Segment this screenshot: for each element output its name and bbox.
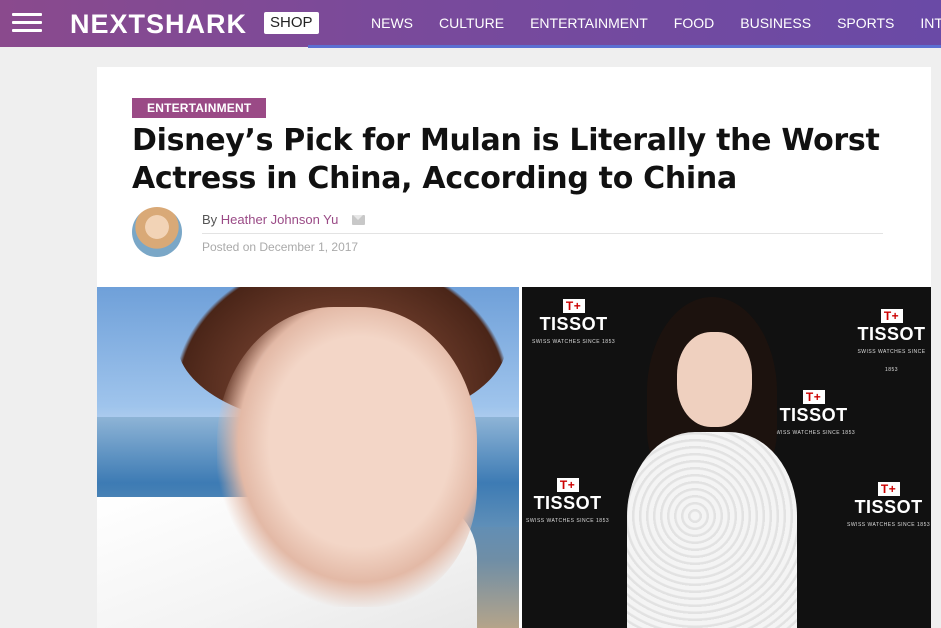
main-nav: NEWS CULTURE ENTERTAINMENT FOOD BUSINESS… <box>371 0 941 45</box>
nav-item-news[interactable]: NEWS <box>371 15 413 31</box>
author-link[interactable]: Heather Johnson Yu <box>221 212 339 227</box>
nav-item-entertainment[interactable]: ENTERTAINMENT <box>530 15 648 31</box>
category-badge[interactable]: ENTERTAINMENT <box>132 98 267 118</box>
byline: By Heather Johnson Yu <box>202 212 365 227</box>
brand-logo: T+ TISSOT SWISS WATCHES SINCE 1853 <box>847 482 931 528</box>
brand-logo: T+ TISSOT SWISS WATCHES SINCE 1853 <box>857 309 926 373</box>
nav-item-business[interactable]: BUSINESS <box>740 15 811 31</box>
top-nav-bar: NEXTSHARK SHOP NEWS CULTURE ENTERTAINMEN… <box>0 0 941 48</box>
by-prefix: By <box>202 212 218 227</box>
brand-logo: T+ TISSOT SWISS WATCHES SINCE 1853 <box>526 478 610 524</box>
byline-divider <box>202 233 883 234</box>
face <box>217 307 477 607</box>
lace-dress <box>627 432 797 628</box>
face <box>677 332 752 427</box>
article-photo-right: T+ TISSOT SWISS WATCHES SINCE 1853 T+ TISSO… <box>522 287 931 628</box>
article-card: ENTERTAINMENT Disney’s Pick for Mulan is… <box>97 67 931 628</box>
menu-icon[interactable] <box>12 13 42 33</box>
mail-icon[interactable] <box>352 215 365 225</box>
article-title: Disney’s Pick for Mulan is Literally the… <box>132 123 880 196</box>
nav-item-int[interactable]: INT <box>920 15 941 31</box>
article-photo-left <box>97 287 519 628</box>
brand-logo: T+ TISSOT SWISS WATCHES SINCE 1853 <box>532 299 616 345</box>
nav-item-food[interactable]: FOOD <box>674 15 714 31</box>
woman-figure <box>617 292 817 628</box>
posted-date: Posted on December 1, 2017 <box>202 240 359 254</box>
nav-item-sports[interactable]: SPORTS <box>837 15 894 31</box>
author-avatar[interactable] <box>132 207 182 257</box>
shop-button[interactable]: SHOP <box>264 12 319 34</box>
nav-underline <box>308 45 941 48</box>
site-logo[interactable]: NEXTSHARK <box>70 9 247 40</box>
nav-item-culture[interactable]: CULTURE <box>439 15 504 31</box>
